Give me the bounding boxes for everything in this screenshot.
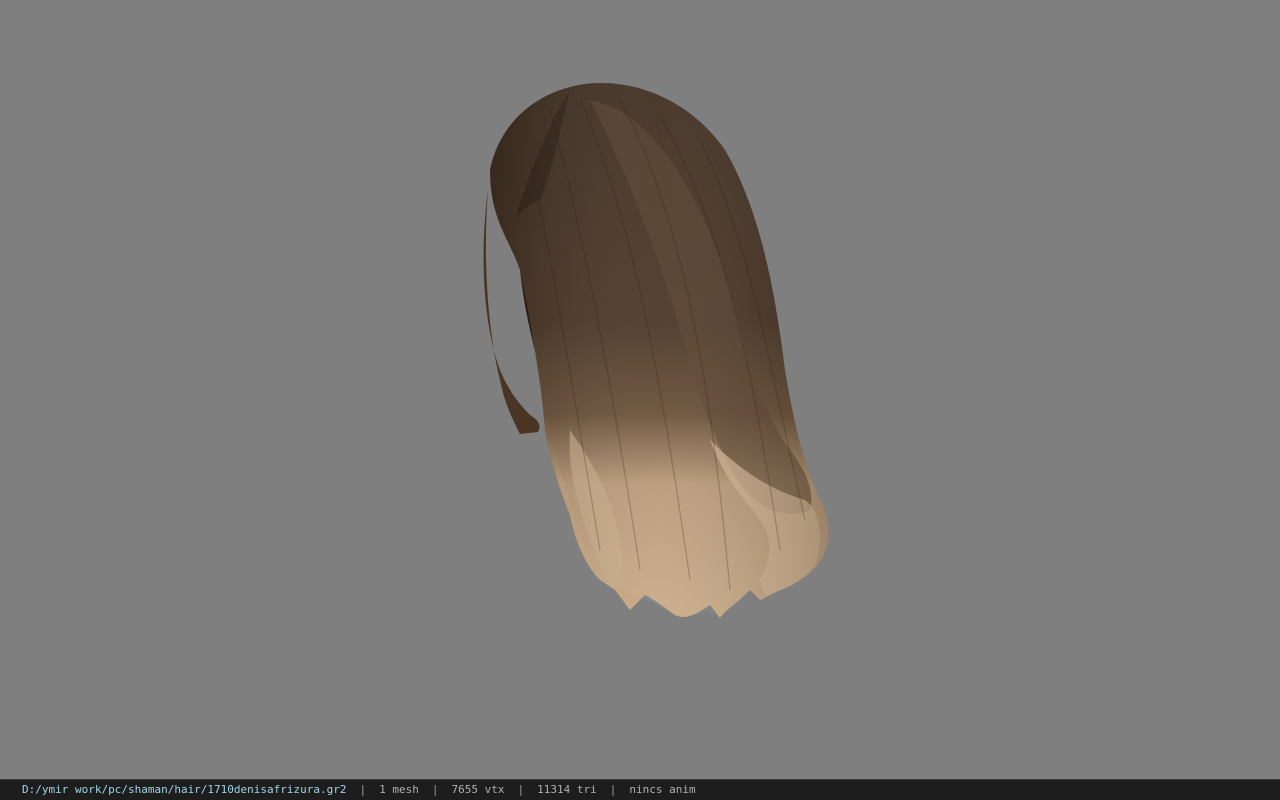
status-separator: | xyxy=(359,783,367,796)
status-separator: | xyxy=(517,783,525,796)
mesh-count: 1 mesh xyxy=(379,783,419,796)
triangle-count: 11314 tri xyxy=(537,783,597,796)
file-path: D:/ymir work/pc/shaman/hair/1710denisafr… xyxy=(22,783,347,796)
animation-status: nincs anim xyxy=(629,783,696,796)
hair-model[interactable] xyxy=(460,70,840,630)
status-separator: | xyxy=(431,783,439,796)
status-separator: | xyxy=(609,783,617,796)
status-bar: D:/ymir work/pc/shaman/hair/1710denisafr… xyxy=(0,779,1280,800)
vertex-count: 7655 vtx xyxy=(451,783,505,796)
3d-viewport[interactable] xyxy=(0,0,1280,779)
